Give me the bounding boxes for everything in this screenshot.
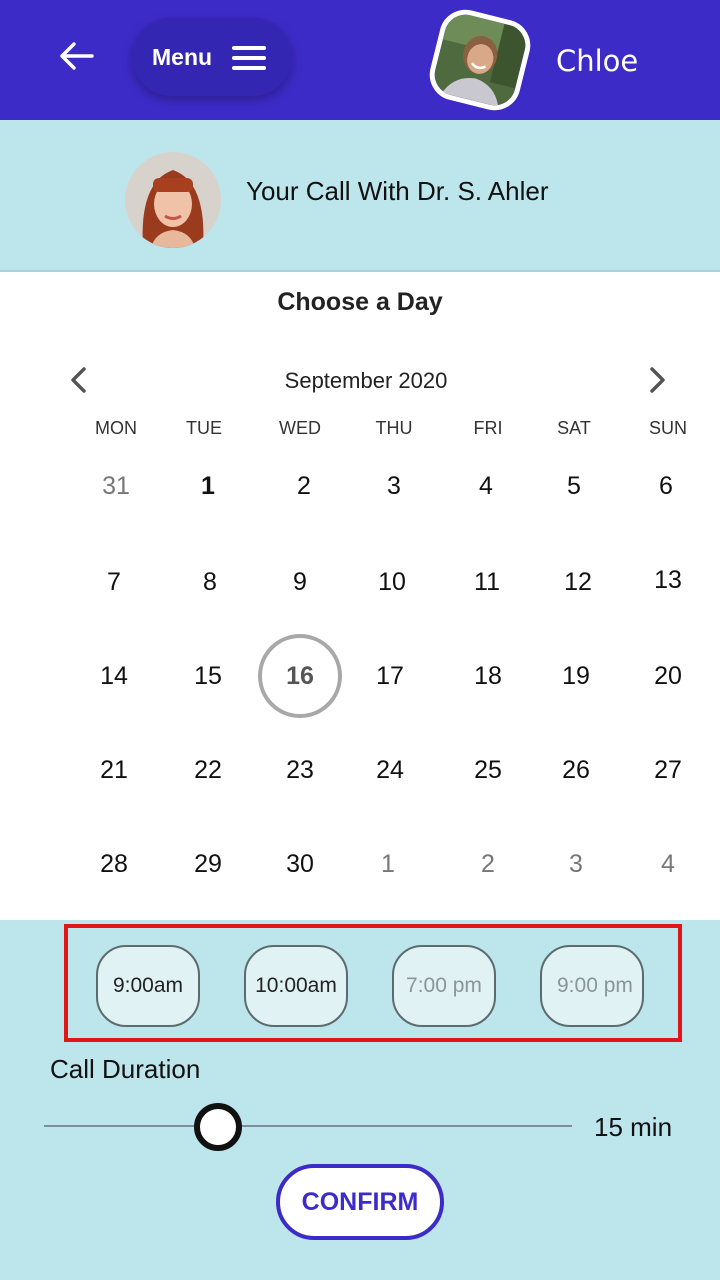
calendar-day[interactable]: 17	[350, 636, 430, 716]
calendar-day[interactable]: 12	[538, 542, 618, 622]
calendar-day[interactable]: 20	[628, 636, 708, 716]
user-avatar[interactable]	[424, 4, 536, 116]
choose-day-heading: Choose a Day	[277, 288, 443, 316]
weekday-thu: THU	[375, 418, 413, 438]
time-slot-10am[interactable]: 10:00am	[244, 945, 348, 1027]
user-name: Chloe	[556, 44, 639, 78]
calendar-day[interactable]: 4	[628, 824, 708, 904]
calendar-day[interactable]: 21	[74, 730, 154, 810]
calendar-day[interactable]: 23	[260, 730, 340, 810]
calendar-day[interactable]: 26	[536, 730, 616, 810]
doctor-avatar	[125, 152, 221, 248]
month-label: September 2020	[284, 368, 448, 393]
calendar-day[interactable]: 14	[74, 636, 154, 716]
calendar-day[interactable]: 19	[536, 636, 616, 716]
duration-value: 15 min	[594, 1112, 673, 1142]
calendar-day[interactable]: 1	[348, 824, 428, 904]
time-slot-9pm[interactable]: 9:00 pm	[540, 945, 644, 1027]
calendar-day[interactable]: 28	[74, 824, 154, 904]
time-slot-9am[interactable]: 9:00am	[96, 945, 200, 1027]
weekday-wed: WED	[279, 418, 321, 438]
calendar-day[interactable]: 2	[264, 446, 344, 526]
weekday-tue: TUE	[186, 418, 222, 438]
chevron-right-icon	[650, 367, 665, 393]
hamburger-icon	[232, 46, 266, 70]
doctor-photo-icon	[125, 152, 221, 248]
calendar-day[interactable]: 18	[448, 636, 528, 716]
calendar-day[interactable]: 10	[352, 542, 432, 622]
menu-button[interactable]: Menu	[132, 18, 292, 96]
call-duration-label: Call Duration	[50, 1054, 201, 1084]
avatar-photo-icon	[430, 10, 530, 110]
calendar-day[interactable]: 25	[448, 730, 528, 810]
calendar-day[interactable]: 30	[260, 824, 340, 904]
calendar-day[interactable]: 3	[536, 824, 616, 904]
calendar-day[interactable]: 15	[168, 636, 248, 716]
call-title: Your Call With Dr. S. Ahler	[246, 176, 549, 206]
calendar-day[interactable]: 22	[168, 730, 248, 810]
calendar-day[interactable]: 6	[626, 446, 706, 526]
duration-slider-track[interactable]	[44, 1125, 572, 1127]
weekday-sun: SUN	[648, 418, 687, 438]
next-month-button[interactable]	[640, 362, 676, 398]
confirm-button[interactable]: CONFIRM	[276, 1164, 444, 1240]
duration-slider-thumb[interactable]	[194, 1103, 243, 1151]
calendar-day[interactable]: 3	[354, 446, 434, 526]
calendar-day[interactable]: 11	[447, 542, 527, 622]
back-button[interactable]	[52, 34, 100, 78]
app-header: Menu Chloe	[0, 0, 720, 120]
calendar-day[interactable]: 8	[170, 542, 250, 622]
menu-label: Menu	[152, 43, 213, 70]
calendar-day[interactable]: 4	[446, 446, 526, 526]
weekday-fri: FRI	[473, 418, 503, 438]
calendar-day[interactable]: 2	[448, 824, 528, 904]
calendar-day[interactable]: 13	[628, 540, 708, 620]
time-slot-7pm[interactable]: 7:00 pm	[392, 945, 496, 1027]
calendar-day[interactable]: 29	[168, 824, 248, 904]
weekday-sat: SAT	[557, 418, 591, 438]
calendar-day[interactable]: 7	[74, 542, 154, 622]
calendar-day[interactable]: 5	[534, 446, 614, 526]
calendar: Choose a Day September 2020 MON TUE WED …	[0, 272, 720, 920]
calendar-day[interactable]: 1	[168, 446, 248, 526]
calendar-day[interactable]: 31	[76, 446, 156, 526]
calendar-day[interactable]: 9	[260, 542, 340, 622]
selected-day[interactable]: 16	[258, 634, 342, 718]
calendar-day[interactable]: 24	[350, 730, 430, 810]
calendar-day[interactable]: 27	[628, 730, 708, 810]
weekday-mon: MON	[95, 418, 137, 438]
doctor-banner: Your Call With Dr. S. Ahler	[0, 120, 720, 272]
arrow-left-icon	[60, 42, 94, 70]
